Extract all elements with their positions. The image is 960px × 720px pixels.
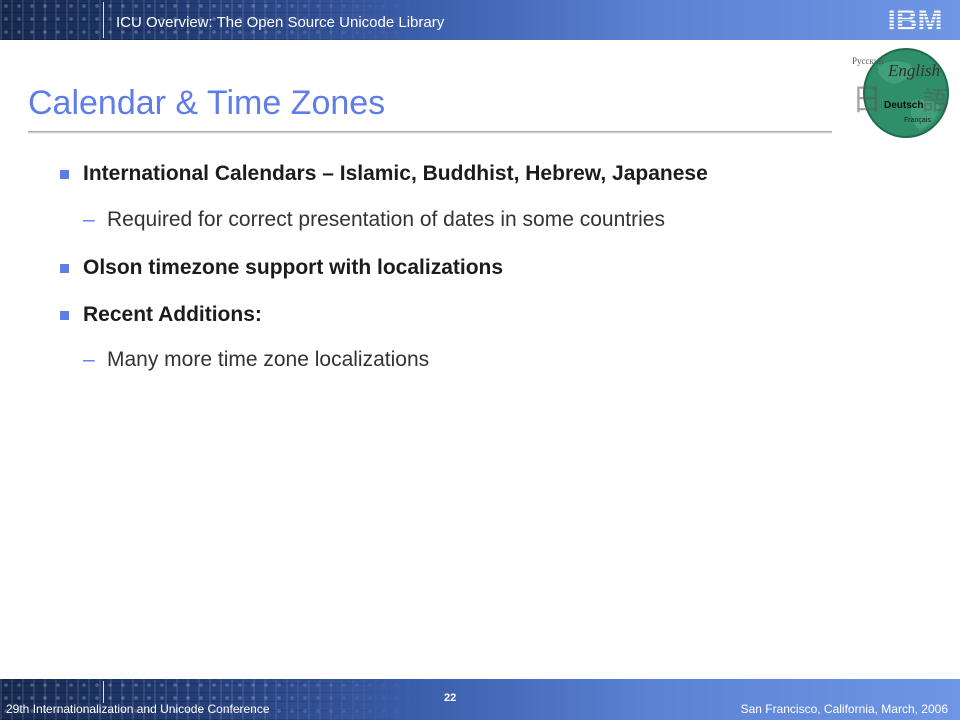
svg-text:English: English [887, 61, 940, 80]
bullet-text: International Calendars – Islamic, Buddh… [83, 162, 708, 185]
svg-text:日: 日 [852, 83, 882, 118]
header-divider [103, 2, 104, 38]
footer-band: 29th Internationalization and Unicode Co… [0, 679, 960, 720]
svg-text:Deutsch: Deutsch [884, 100, 923, 111]
bullet-square-icon [60, 264, 69, 273]
svg-text:Français: Français [904, 117, 931, 124]
presentation-title: ICU Overview: The Open Source Unicode Li… [116, 14, 445, 31]
svg-text:語: 語 [922, 87, 948, 117]
ibm-logo-icon: IBM [888, 4, 943, 34]
header-band: ICU Overview: The Open Source Unicode Li… [0, 0, 960, 40]
globe-logo-icon: Русский English Deutsch Français 日 語 [852, 48, 949, 138]
bullet-square-icon [60, 170, 69, 179]
slide-title: Calendar & Time Zones [28, 84, 386, 122]
title-underline [28, 131, 832, 134]
svg-text:IBM: IBM [888, 4, 943, 34]
bullet-text: Olson timezone support with localization… [83, 256, 504, 279]
conference-name: 29th Internationalization and Unicode Co… [6, 702, 270, 716]
page-number: 22 [444, 692, 457, 704]
sub-bullet-text: Many more time zone localizations [107, 348, 430, 371]
sub-bullet-text: Required for correct presentation of dat… [107, 208, 665, 231]
sub-bullet-dash: – [83, 208, 95, 231]
footer-divider [103, 681, 104, 703]
sub-bullet-dash: – [83, 348, 95, 371]
venue-date: San Francisco, California, March, 2006 [740, 702, 948, 716]
bullet-square-icon [60, 311, 69, 320]
bullet-text: Recent Additions: [83, 303, 262, 326]
svg-text:Русский: Русский [852, 56, 884, 66]
